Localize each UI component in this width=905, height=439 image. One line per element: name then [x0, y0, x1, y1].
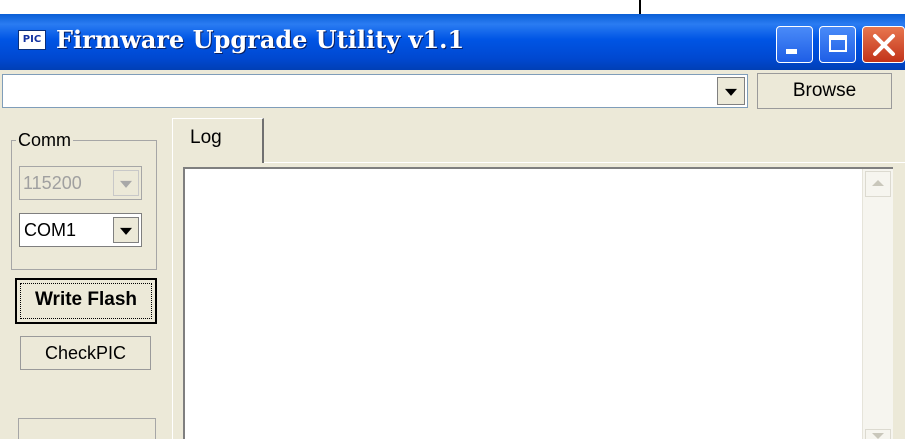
check-pic-button[interactable]: CheckPIC: [20, 336, 151, 370]
scroll-down-button[interactable]: [865, 429, 891, 439]
baud-rate-value: 115200: [23, 173, 82, 193]
com-port-dropdown-button[interactable]: [113, 217, 139, 243]
title-bar[interactable]: PIC Firmware Upgrade Utility v1.1: [0, 14, 905, 70]
com-port-select[interactable]: COM1: [19, 213, 142, 247]
com-port-value: COM1: [24, 220, 77, 240]
tab-log-label: Log: [190, 127, 222, 148]
close-button[interactable]: [862, 26, 905, 63]
baud-rate-dropdown-button: [113, 170, 139, 196]
comm-group-label: Comm: [16, 130, 73, 151]
maximize-button[interactable]: [819, 26, 856, 63]
app-icon: PIC: [18, 30, 46, 50]
chevron-up-icon: [872, 180, 884, 186]
browse-button[interactable]: Browse: [757, 73, 892, 109]
minimize-button[interactable]: [776, 26, 813, 63]
file-path-dropdown-button[interactable]: [717, 77, 745, 105]
file-path-combobox[interactable]: [2, 74, 748, 108]
scroll-up-button[interactable]: [865, 171, 891, 197]
status-groupbox: [18, 418, 156, 439]
baud-rate-select: 115200: [19, 166, 142, 200]
focus-rectangle: [20, 283, 152, 319]
close-icon: [873, 34, 895, 56]
window-title: Firmware Upgrade Utility v1.1: [56, 25, 465, 54]
log-textarea[interactable]: [183, 167, 893, 439]
write-flash-button[interactable]: Write Flash: [15, 278, 157, 324]
chevron-down-icon: [120, 180, 132, 188]
tab-log[interactable]: Log: [172, 118, 264, 163]
cursor-mark: [639, 0, 641, 14]
log-scrollbar[interactable]: [862, 169, 893, 439]
main-window: PIC Firmware Upgrade Utility v1.1 Browse…: [0, 14, 905, 439]
comm-groupbox: [11, 140, 157, 270]
maximize-icon: [829, 35, 847, 52]
minimize-icon: [786, 49, 797, 54]
chevron-down-icon: [120, 227, 132, 235]
chevron-down-icon: [725, 88, 737, 96]
chevron-down-icon: [872, 433, 884, 439]
